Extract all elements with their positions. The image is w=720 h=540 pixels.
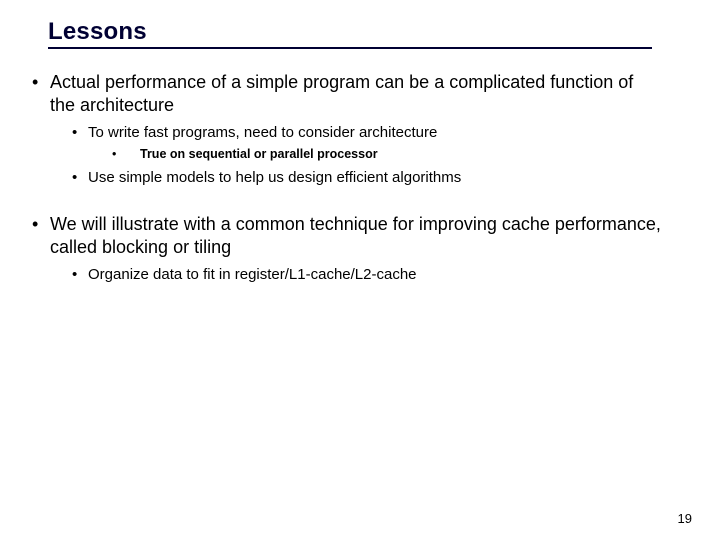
bullet-text: Use simple models to help us design effi… — [88, 168, 692, 188]
slide-title: Lessons — [48, 18, 652, 46]
bullet-dot-icon: • — [32, 71, 50, 117]
bullet-text: To write fast programs, need to consider… — [88, 123, 692, 143]
bullet-dot-icon: • — [72, 265, 88, 285]
bullet-level2: • Use simple models to help us design ef… — [72, 168, 692, 188]
bullet-text: We will illustrate with a common techniq… — [50, 213, 692, 259]
page-number: 19 — [678, 511, 692, 526]
bullet-text: True on sequential or parallel processor — [140, 146, 692, 162]
title-underline: Lessons — [48, 18, 652, 49]
bullet-text: Actual performance of a simple program c… — [50, 71, 692, 117]
bullet-level1: • We will illustrate with a common techn… — [32, 213, 692, 285]
bullet-text: Organize data to fit in register/L1-cach… — [88, 265, 692, 285]
slide: Lessons • Actual performance of a simple… — [0, 0, 720, 540]
bullet-level2: • Organize data to fit in register/L1-ca… — [72, 265, 692, 285]
bullet-level3: • True on sequential or parallel process… — [112, 146, 692, 162]
bullet-dot-icon: • — [32, 213, 50, 259]
bullet-dot-icon: • — [72, 168, 88, 188]
bullet-dot-icon: • — [72, 123, 88, 143]
bullet-level1: • Actual performance of a simple program… — [32, 71, 692, 187]
bullet-dot-icon: • — [112, 146, 140, 162]
slide-content: • Actual performance of a simple program… — [28, 71, 692, 285]
bullet-level2: • To write fast programs, need to consid… — [72, 123, 692, 162]
